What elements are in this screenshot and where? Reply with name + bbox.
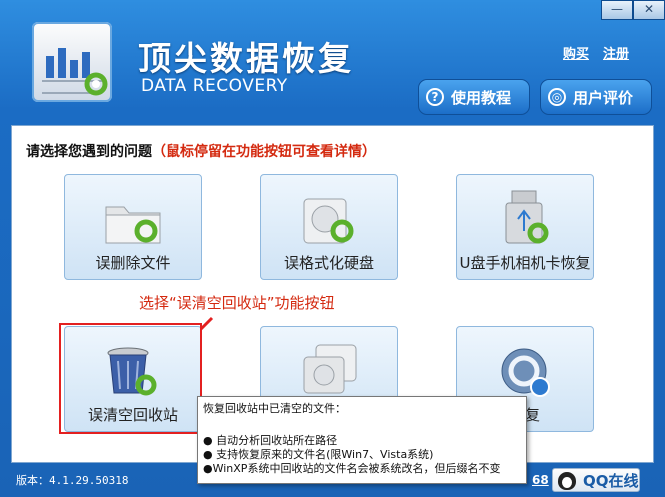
- format-recovery-card[interactable]: 误格式化硬盘: [260, 174, 398, 280]
- qq-online-button[interactable]: QQ在线: [552, 468, 640, 492]
- minimize-button[interactable]: —: [601, 0, 633, 20]
- prompt-hint: （鼠标停留在功能按钮可查看详情）: [152, 144, 376, 160]
- window-controls: — ✕: [601, 0, 665, 20]
- app-logo: [32, 22, 112, 102]
- close-button[interactable]: ✕: [633, 0, 665, 20]
- card-label: 误删除文件: [95, 254, 171, 272]
- tooltip: 恢复回收站中已清空的文件： ● 自动分析回收站所在路径 ● 支持恢复原来的文件名…: [197, 396, 527, 484]
- prompt-question: 请选择您遇到的问题: [26, 144, 152, 160]
- tooltip-title: 恢复回收站中已清空的文件：: [203, 402, 346, 415]
- prompt-text: 请选择您遇到的问题（鼠标停留在功能按钮可查看详情）: [26, 141, 376, 161]
- footer-number[interactable]: 68: [532, 473, 549, 487]
- buy-link[interactable]: 购买: [563, 47, 589, 62]
- highlight-box: [59, 323, 202, 434]
- card-label: U盘手机相机卡恢复: [459, 254, 591, 272]
- tutorial-button[interactable]: ? 使用教程: [418, 79, 530, 115]
- card-label: 误格式化硬盘: [283, 254, 374, 272]
- app-title: 顶尖数据恢复: [138, 39, 354, 78]
- tooltip-item: ● 支持恢复原来的文件名(限Win7、Vista系统): [203, 448, 434, 461]
- reviews-button-label: 用户评价: [573, 89, 634, 107]
- app-subtitle: DATA RECOVERY: [141, 76, 288, 96]
- question-circle-icon: ?: [426, 88, 444, 106]
- usb-recovery-card[interactable]: U盘手机相机卡恢复: [456, 174, 594, 280]
- header-links: 购买 注册: [563, 43, 643, 62]
- annotation-text: 选择“误清空回收站”功能按钮: [139, 294, 335, 312]
- app-window: — ✕ 顶尖数据恢复 DATA RECOVERY 购买 注册 ? 使用教程 ◎ 用…: [0, 0, 665, 497]
- tooltip-item: ●WinXP系统中回收站的文件名会被系统改名，但后缀名不变: [203, 462, 501, 475]
- penguin-icon: [558, 472, 576, 490]
- chat-bubble-icon: ◎: [548, 88, 566, 106]
- usb-recover-icon: [505, 190, 549, 244]
- version-label: 版本：4.1.29.50318: [16, 474, 129, 487]
- reviews-button[interactable]: ◎ 用户评价: [540, 79, 652, 115]
- qq-label: QQ在线: [583, 472, 639, 490]
- hard-drive-recover-icon: [303, 198, 354, 244]
- advanced-recover-icon: [501, 348, 550, 397]
- register-link[interactable]: 注册: [603, 47, 629, 62]
- tooltip-item: ● 自动分析回收站所在路径: [203, 434, 338, 447]
- tutorial-button-label: 使用教程: [451, 89, 512, 107]
- partition-recover-icon: [303, 344, 357, 394]
- recover-arrow-icon: [84, 72, 108, 96]
- folder-recover-icon: [105, 206, 161, 244]
- delete-recovery-card[interactable]: 误删除文件: [64, 174, 202, 280]
